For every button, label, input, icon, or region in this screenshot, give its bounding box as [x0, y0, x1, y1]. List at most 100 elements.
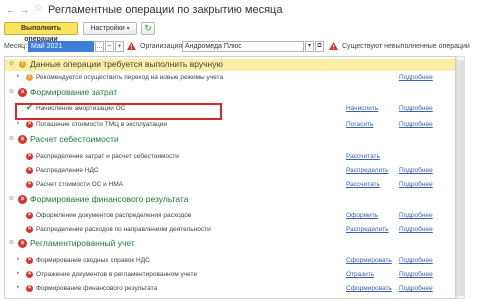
month-field[interactable]: Май 2021: [28, 41, 94, 52]
month-label: Месяц:: [4, 43, 28, 50]
list-item: ▸ × Погашение стоимости ТМЦ в эксплуатац…: [5, 120, 455, 130]
section-title: Регламентированный учет: [30, 238, 135, 248]
item-text: Распределение затрат и расчет себестоимо…: [36, 153, 179, 160]
chevron-down-icon: ▾: [126, 26, 130, 32]
star-icon[interactable]: ☆: [34, 3, 43, 14]
action-link[interactable]: Погасить: [346, 121, 373, 128]
list-item: × Распределение НДС Распределить Подробн…: [5, 166, 455, 176]
item-text: Отражение документов в регламентированно…: [36, 271, 198, 278]
error-icon: ×: [26, 226, 33, 233]
list-item: ▸ × Формирование финансового результата …: [5, 284, 455, 294]
error-icon: ×: [26, 257, 33, 264]
details-link[interactable]: Подробнее: [399, 167, 433, 174]
list-item: ▸ ! Рекомендуется осуществить переход на…: [5, 73, 455, 83]
item-text: Погашение стоимости ТМЦ в эксплуатации: [36, 121, 167, 128]
expand-arrow-icon[interactable]: ▸: [17, 73, 20, 79]
refresh-button[interactable]: ↻: [141, 22, 155, 35]
organization-dropdown-button[interactable]: ▾: [305, 41, 314, 52]
warning-icon: [329, 42, 338, 50]
collapse-icon[interactable]: ⊖: [9, 60, 14, 67]
error-icon: ×: [18, 88, 27, 97]
run-operations-button[interactable]: Выполнить операции: [4, 22, 78, 43]
error-icon: ×: [18, 239, 27, 248]
action-link[interactable]: Оформить: [346, 212, 378, 219]
details-link[interactable]: Подробнее: [399, 212, 433, 219]
details-link[interactable]: Подробнее: [399, 285, 433, 292]
details-link[interactable]: Подробнее: [399, 74, 433, 81]
item-text: Формирование сводных справок НДС: [36, 257, 150, 264]
error-icon: ×: [18, 195, 27, 204]
settings-button[interactable]: Настройки ▾: [83, 22, 137, 35]
section-header-cost-calc[interactable]: ⊖ × Расчет себестоимости: [5, 134, 455, 146]
error-icon: ×: [26, 167, 33, 174]
warning-text: Существуют невыполненные операции: [342, 43, 470, 50]
collapse-icon[interactable]: ⊖: [9, 88, 14, 95]
month-select-button[interactable]: ...: [95, 41, 104, 52]
section-header-costs[interactable]: ⊖ × Формирование затрат: [5, 87, 455, 99]
expand-arrow-icon[interactable]: ▸: [17, 284, 20, 290]
month-prev-button[interactable]: −: [105, 41, 114, 52]
title-bar: ← → ☆ Регламентные операции по закрытию …: [0, 0, 480, 20]
collapse-icon[interactable]: ⊖: [9, 135, 14, 142]
organization-label: Организация:: [140, 43, 185, 50]
operations-list: ⊖ ! Данные операции требуется выполнить …: [4, 56, 456, 299]
list-item: ▸ × Формирование сводных справок НДС Сфо…: [5, 256, 455, 266]
action-link[interactable]: Начислить: [346, 105, 378, 112]
item-text: Формирование финансового результата: [36, 285, 158, 292]
item-text: Оформление документов распределения расх…: [36, 212, 192, 219]
action-link[interactable]: Рассчитать: [346, 153, 380, 160]
collapse-icon[interactable]: ⊖: [9, 239, 14, 246]
expand-arrow-icon[interactable]: ▸: [17, 120, 20, 126]
section-title: Формирование затрат: [30, 87, 118, 97]
list-item: × Расчет стоимости ОС и НМА Рассчитать П…: [5, 180, 455, 190]
page-title: Регламентные операции по закрытию месяца: [48, 4, 283, 16]
section-title: Формирование финансового результата: [30, 194, 189, 204]
month-next-button[interactable]: +: [115, 41, 124, 52]
error-icon: ×: [26, 271, 33, 278]
action-link[interactable]: Сформировать: [346, 285, 392, 292]
details-link[interactable]: Подробнее: [399, 226, 433, 233]
list-item: × Распределение затрат и расчет себестои…: [5, 152, 455, 162]
warning-icon: !: [26, 74, 33, 81]
action-link[interactable]: Распределить: [346, 167, 389, 174]
back-arrow-icon[interactable]: ←: [5, 5, 16, 16]
action-link[interactable]: Рассчитать: [346, 181, 380, 188]
action-link[interactable]: Сформировать: [346, 257, 392, 264]
section-title: Данные операции требуется выполнить вруч…: [30, 59, 223, 69]
section-header-regulated[interactable]: ⊖ × Регламентированный учет: [5, 238, 455, 250]
error-icon: ×: [26, 153, 33, 160]
item-text: Расчет стоимости ОС и НМА: [36, 181, 124, 188]
action-link[interactable]: Отразить: [346, 271, 374, 278]
organization-open-button[interactable]: ⧉: [315, 41, 324, 52]
list-item: ▸ × Отражение документов в регламентиров…: [5, 270, 455, 280]
forward-arrow-icon[interactable]: →: [19, 5, 30, 16]
details-link[interactable]: Подробнее: [399, 271, 433, 278]
action-link[interactable]: Распределить: [346, 226, 389, 233]
item-text: Распределение расходов по направлениям д…: [36, 226, 211, 233]
settings-label: Настройки: [90, 25, 125, 32]
details-link[interactable]: Подробнее: [399, 257, 433, 264]
list-item: × Распределение расходов по направлениям…: [5, 225, 455, 235]
error-icon: ×: [26, 212, 33, 219]
error-icon: ×: [18, 135, 27, 144]
section-header-financial-result[interactable]: ⊖ × Формирование финансового результата: [5, 194, 455, 206]
section-header-manual[interactable]: ⊖ ! Данные операции требуется выполнить …: [5, 59, 455, 71]
error-icon: ×: [26, 181, 33, 188]
highlight-frame: [15, 103, 222, 120]
details-link[interactable]: Подробнее: [399, 105, 433, 112]
details-link[interactable]: Подробнее: [399, 121, 433, 128]
error-icon: ×: [26, 285, 33, 292]
expand-arrow-icon[interactable]: ▸: [17, 256, 20, 262]
warning-icon: [127, 42, 136, 50]
expand-arrow-icon[interactable]: ▸: [17, 270, 20, 276]
item-text: Рекомендуется осуществить переход на нов…: [36, 74, 224, 81]
list-item: × Оформление документов распределения ра…: [5, 211, 455, 221]
scrollbar-thumb[interactable]: [457, 60, 464, 296]
organization-field[interactable]: Андромеда Плюс: [182, 41, 304, 52]
warning-icon: !: [19, 61, 26, 68]
error-icon: ×: [26, 121, 33, 128]
refresh-icon: ↻: [144, 23, 152, 33]
item-text: Распределение НДС: [36, 167, 99, 174]
collapse-icon[interactable]: ⊖: [9, 195, 14, 202]
details-link[interactable]: Подробнее: [399, 181, 433, 188]
